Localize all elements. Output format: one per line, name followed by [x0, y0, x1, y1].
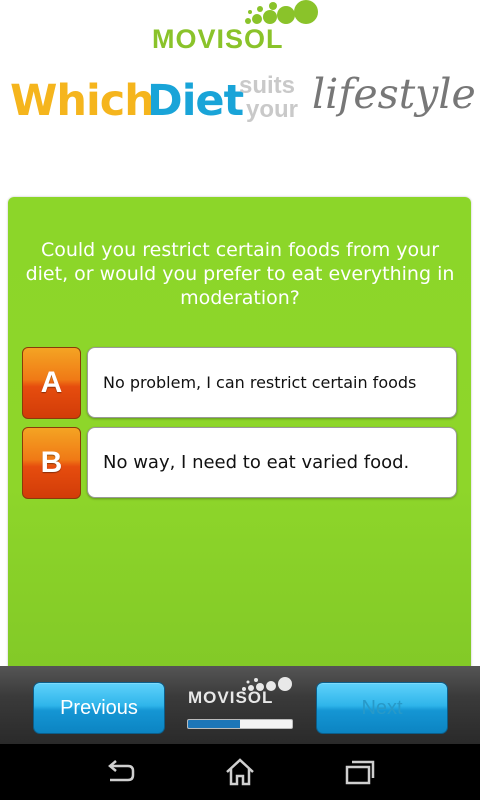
answer-button-a[interactable]: No problem, I can restrict certain foods — [87, 347, 457, 418]
progress-bar — [187, 719, 293, 729]
tagline-diet: Diet — [147, 76, 244, 126]
answer-button-b[interactable]: No way, I need to eat varied food. — [87, 427, 457, 498]
bottom-toolbar: Previous MOVISOL Next — [0, 666, 480, 744]
next-button[interactable]: Next — [316, 682, 448, 734]
tagline-which: Which — [10, 76, 155, 126]
answer-option-b[interactable]: B No way, I need to eat varied food. — [22, 427, 458, 499]
footer-logo-text: MOVISOL — [188, 688, 274, 707]
system-navigation-bar — [0, 744, 480, 800]
answer-label-b: No way, I need to eat varied food. — [103, 452, 410, 473]
tagline-your: your — [246, 96, 299, 123]
back-icon[interactable] — [102, 756, 138, 788]
answer-letter-a[interactable]: A — [22, 347, 81, 419]
movisol-logo: MOVISOL — [150, 0, 330, 54]
logo-dots-icon — [245, 0, 318, 24]
progress-fill — [188, 720, 240, 728]
question-text: Could you restrict certain foods from yo… — [25, 239, 455, 309]
answer-option-a[interactable]: A No problem, I can restrict certain foo… — [22, 347, 458, 419]
header: MOVISOL Which Diet suits your lifestyle? — [0, 0, 480, 190]
tagline-suits: suits — [239, 72, 296, 99]
home-icon[interactable] — [222, 756, 258, 788]
previous-button[interactable]: Previous — [33, 682, 165, 734]
tagline: Which Diet suits your lifestyle? — [10, 70, 480, 140]
recents-icon[interactable] — [342, 756, 378, 788]
question-panel: Could you restrict certain foods from yo… — [8, 197, 471, 677]
footer-logo: MOVISOL — [188, 676, 294, 707]
tagline-lifestyle: lifestyle? — [312, 70, 480, 118]
answer-label-a: No problem, I can restrict certain foods — [103, 373, 417, 392]
answer-letter-b[interactable]: B — [22, 427, 81, 499]
logo-text: MOVISOL — [152, 24, 284, 54]
